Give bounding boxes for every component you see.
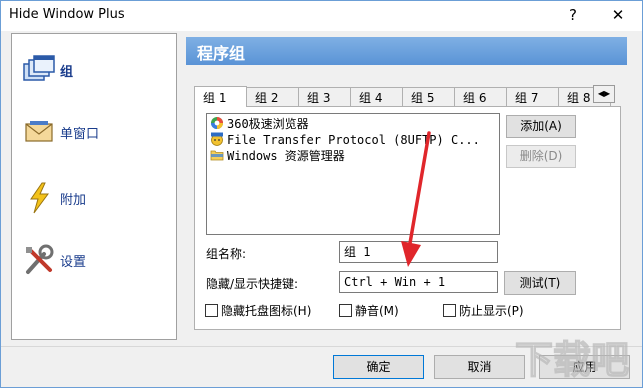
group-tabs: 组 1组 2组 3组 4组 5组 6组 7组 8: [194, 85, 613, 107]
group-name-label: 组名称:: [206, 247, 247, 261]
panel-header: 程序组: [186, 37, 627, 65]
list-item[interactable]: File Transfer Protocol (8UFTP) C...: [210, 132, 480, 148]
list-item-label: File Transfer Protocol (8UFTP) C...: [227, 133, 480, 147]
checkbox-box[interactable]: [443, 304, 456, 317]
explorer-folder-icon: [210, 150, 224, 161]
list-item-label: Windows 资源管理器: [227, 149, 345, 163]
sidebar-item-extra[interactable]: 附加: [12, 178, 176, 218]
delete-button[interactable]: 删除(D): [506, 145, 576, 168]
sidebar-item-label: 单窗口: [60, 127, 100, 142]
program-list[interactable]: 360极速浏览器 File Transfer Protocol (8UFTP) …: [206, 113, 500, 235]
svg-text:下载吧: 下载吧: [515, 338, 629, 382]
mute-checkbox[interactable]: 静音(M): [339, 303, 399, 319]
browser-360-icon: [211, 117, 223, 129]
sidebar-item-label: 组: [60, 65, 74, 80]
tab-group-4[interactable]: 组 4: [350, 87, 403, 107]
sidebar: 组 单窗口 附加 设置: [11, 33, 177, 340]
ok-button[interactable]: 确定: [333, 355, 424, 379]
tab-scroll-buttons: ◀▶: [593, 85, 615, 103]
list-item-label: 360极速浏览器: [227, 117, 309, 131]
test-button[interactable]: 测试(T): [504, 271, 576, 295]
tools-icon: [26, 244, 54, 274]
ftp-icon: [211, 132, 223, 146]
window-title: Hide Window Plus: [9, 7, 125, 22]
prevent-show-checkbox[interactable]: 防止显示(P): [443, 303, 524, 319]
checkbox-label: 防止显示(P): [459, 304, 524, 318]
envelope-window-icon: [25, 121, 53, 142]
add-button[interactable]: 添加(A): [506, 115, 576, 138]
list-item[interactable]: Windows 资源管理器: [210, 148, 345, 164]
tab-group-6[interactable]: 组 6: [454, 87, 507, 107]
checkbox-box[interactable]: [339, 304, 352, 317]
sidebar-item-label: 附加: [60, 193, 87, 208]
tab-group-3[interactable]: 组 3: [298, 87, 351, 107]
annotation-arrow-icon: [401, 131, 431, 267]
hotkey-input[interactable]: Ctrl + Win + 1: [339, 271, 498, 293]
windows-stack-icon: [23, 55, 55, 81]
sidebar-item-group[interactable]: 组: [12, 50, 176, 90]
lightning-icon: [30, 182, 49, 214]
panel-title: 程序组: [197, 44, 246, 63]
watermark-logo-icon: 下载吧: [514, 337, 629, 382]
hide-tray-checkbox[interactable]: 隐藏托盘图标(H): [205, 303, 311, 319]
list-item[interactable]: 360极速浏览器: [210, 116, 309, 132]
sidebar-item-label: 设置: [60, 255, 87, 270]
close-button[interactable]: ✕: [601, 1, 635, 31]
checkbox-label: 隐藏托盘图标(H): [221, 304, 312, 318]
tab-group-1[interactable]: 组 1: [194, 86, 247, 107]
app-window: Hide Window Plus ? ✕ 组 单窗口 附加 设置 程序组 组 1…: [0, 0, 643, 388]
sidebar-item-settings[interactable]: 设置: [12, 240, 176, 280]
title-bar: Hide Window Plus ? ✕: [1, 1, 642, 31]
sidebar-item-single-window[interactable]: 单窗口: [12, 112, 176, 152]
tab-group-2[interactable]: 组 2: [246, 87, 299, 107]
tab-group-5[interactable]: 组 5: [402, 87, 455, 107]
hotkey-label: 隐藏/显示快捷键:: [206, 277, 299, 291]
checkbox-box[interactable]: [205, 304, 218, 317]
checkbox-label: 静音(M): [355, 304, 399, 318]
help-button[interactable]: ?: [556, 1, 590, 31]
tab-scroll-right-icon[interactable]: ▶: [604, 89, 610, 98]
tab-group-7[interactable]: 组 7: [506, 87, 559, 107]
